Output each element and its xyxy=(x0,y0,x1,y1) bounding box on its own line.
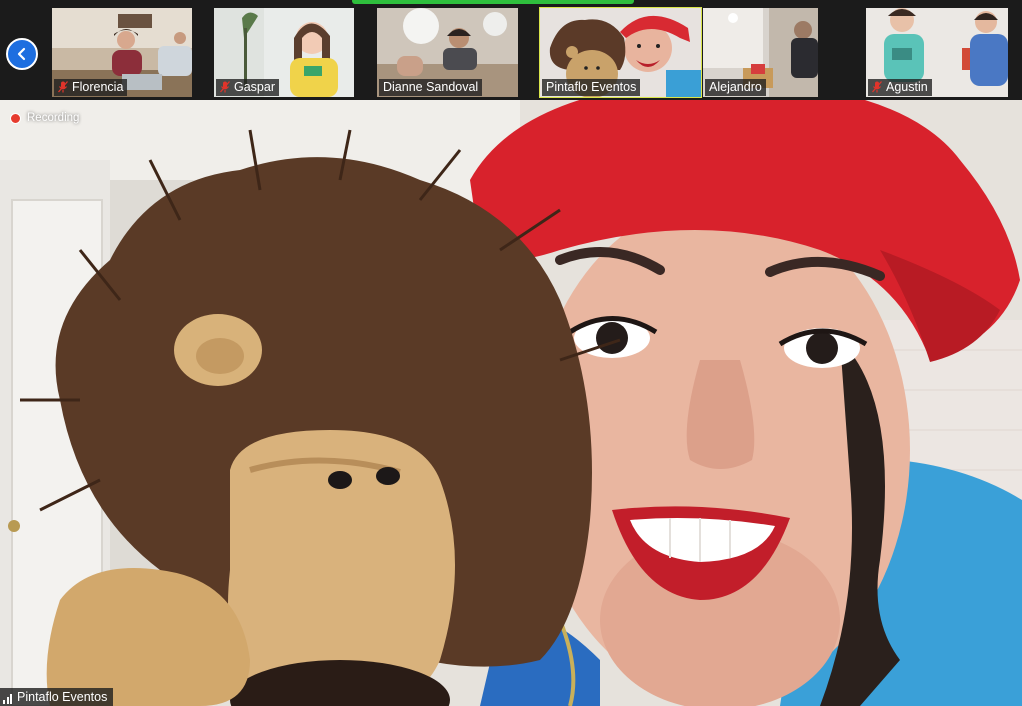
active-speaker-name-tag: Pintaflo Eventos xyxy=(0,688,114,706)
signal-strength-icon xyxy=(3,693,12,704)
active-speaker-name: Pintaflo Eventos xyxy=(17,690,108,704)
participant-tile-gaspar[interactable]: Gaspar xyxy=(214,8,354,97)
participant-name: Pintaflo Eventos xyxy=(546,80,637,94)
participant-name: Florencia xyxy=(72,80,124,94)
muted-mic-icon xyxy=(872,81,882,93)
chevron-left-icon xyxy=(17,47,26,61)
participant-label: Gaspar xyxy=(216,79,279,96)
participant-strip: Florencia Gaspar Dianne Sandoval Pintafl… xyxy=(0,0,1022,100)
participant-tile-alejandro[interactable]: Alejandro xyxy=(703,8,818,97)
active-speaker-indicator xyxy=(352,0,634,4)
muted-mic-icon xyxy=(58,81,68,93)
zoom-meeting-window: Florencia Gaspar Dianne Sandoval Pintafl… xyxy=(0,0,1022,706)
previous-page-button[interactable] xyxy=(6,38,38,70)
recording-indicator: Recording xyxy=(10,112,79,124)
participant-name: Dianne Sandoval xyxy=(383,80,479,94)
participant-tile-florencia[interactable]: Florencia xyxy=(52,8,192,97)
recording-dot-icon xyxy=(10,112,21,124)
participant-name: Gaspar xyxy=(234,80,275,94)
participant-name: Alejandro xyxy=(709,80,762,94)
participant-label: Alejandro xyxy=(705,79,766,96)
participant-label: Agustin xyxy=(868,79,932,96)
active-speaker-video[interactable]: Recording Pintaflo Eventos xyxy=(0,100,1022,706)
participant-tile-agustin[interactable]: Agustin xyxy=(866,8,1008,97)
muted-mic-icon xyxy=(220,81,230,93)
participant-tile-pintaflo-eventos[interactable]: Pintaflo Eventos xyxy=(539,7,702,98)
participant-tile-dianne-sandoval[interactable]: Dianne Sandoval xyxy=(377,8,518,97)
participant-name: Agustin xyxy=(886,80,928,94)
participant-label: Pintaflo Eventos xyxy=(542,79,641,96)
participant-label: Florencia xyxy=(54,79,128,96)
participant-label: Dianne Sandoval xyxy=(379,79,483,96)
speaker-video-frame xyxy=(0,100,1022,706)
recording-label: Recording xyxy=(27,112,80,124)
